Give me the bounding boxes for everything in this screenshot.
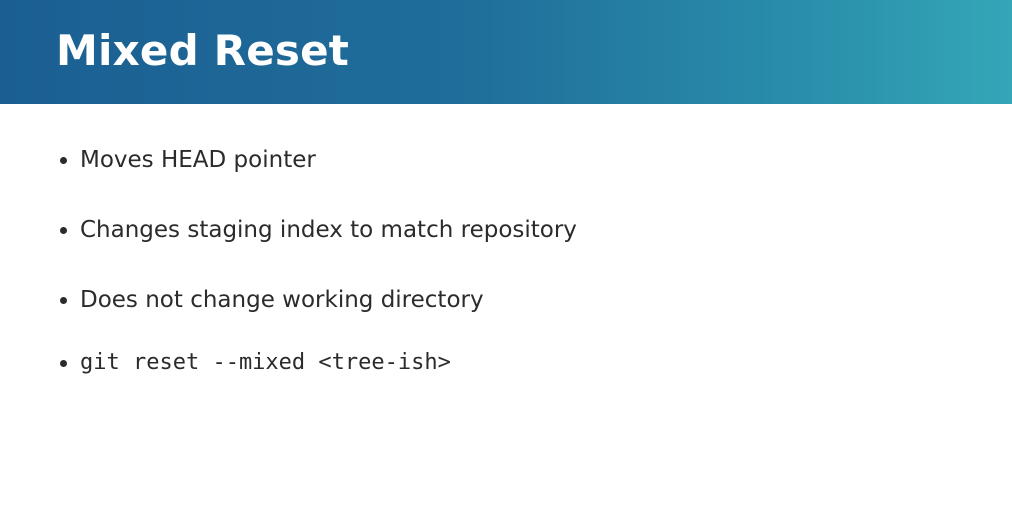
bullet-dot-icon — [60, 157, 67, 164]
bullet-list: Moves HEAD pointer Changes staging index… — [60, 140, 577, 420]
bullet-dot-icon — [60, 360, 67, 367]
slide-title: Mixed Reset — [56, 26, 350, 75]
bullet-item-code: git reset --mixed <tree-ish> — [60, 350, 577, 420]
bullet-item: Changes staging index to match repositor… — [60, 210, 577, 280]
code-command: git reset --mixed <tree-ish> — [80, 350, 451, 375]
bullet-item: Moves HEAD pointer — [60, 140, 577, 210]
bullet-dot-icon — [60, 227, 67, 234]
bullet-text: Does not change working directory — [80, 287, 484, 313]
bullet-text: Changes staging index to match repositor… — [80, 217, 577, 243]
title-banner: Mixed Reset — [0, 0, 1012, 104]
slide: Mixed Reset Moves HEAD pointer Changes s… — [0, 0, 1012, 524]
bullet-item: Does not change working directory — [60, 280, 577, 350]
bullet-dot-icon — [60, 297, 67, 304]
bullet-text: Moves HEAD pointer — [80, 147, 316, 173]
